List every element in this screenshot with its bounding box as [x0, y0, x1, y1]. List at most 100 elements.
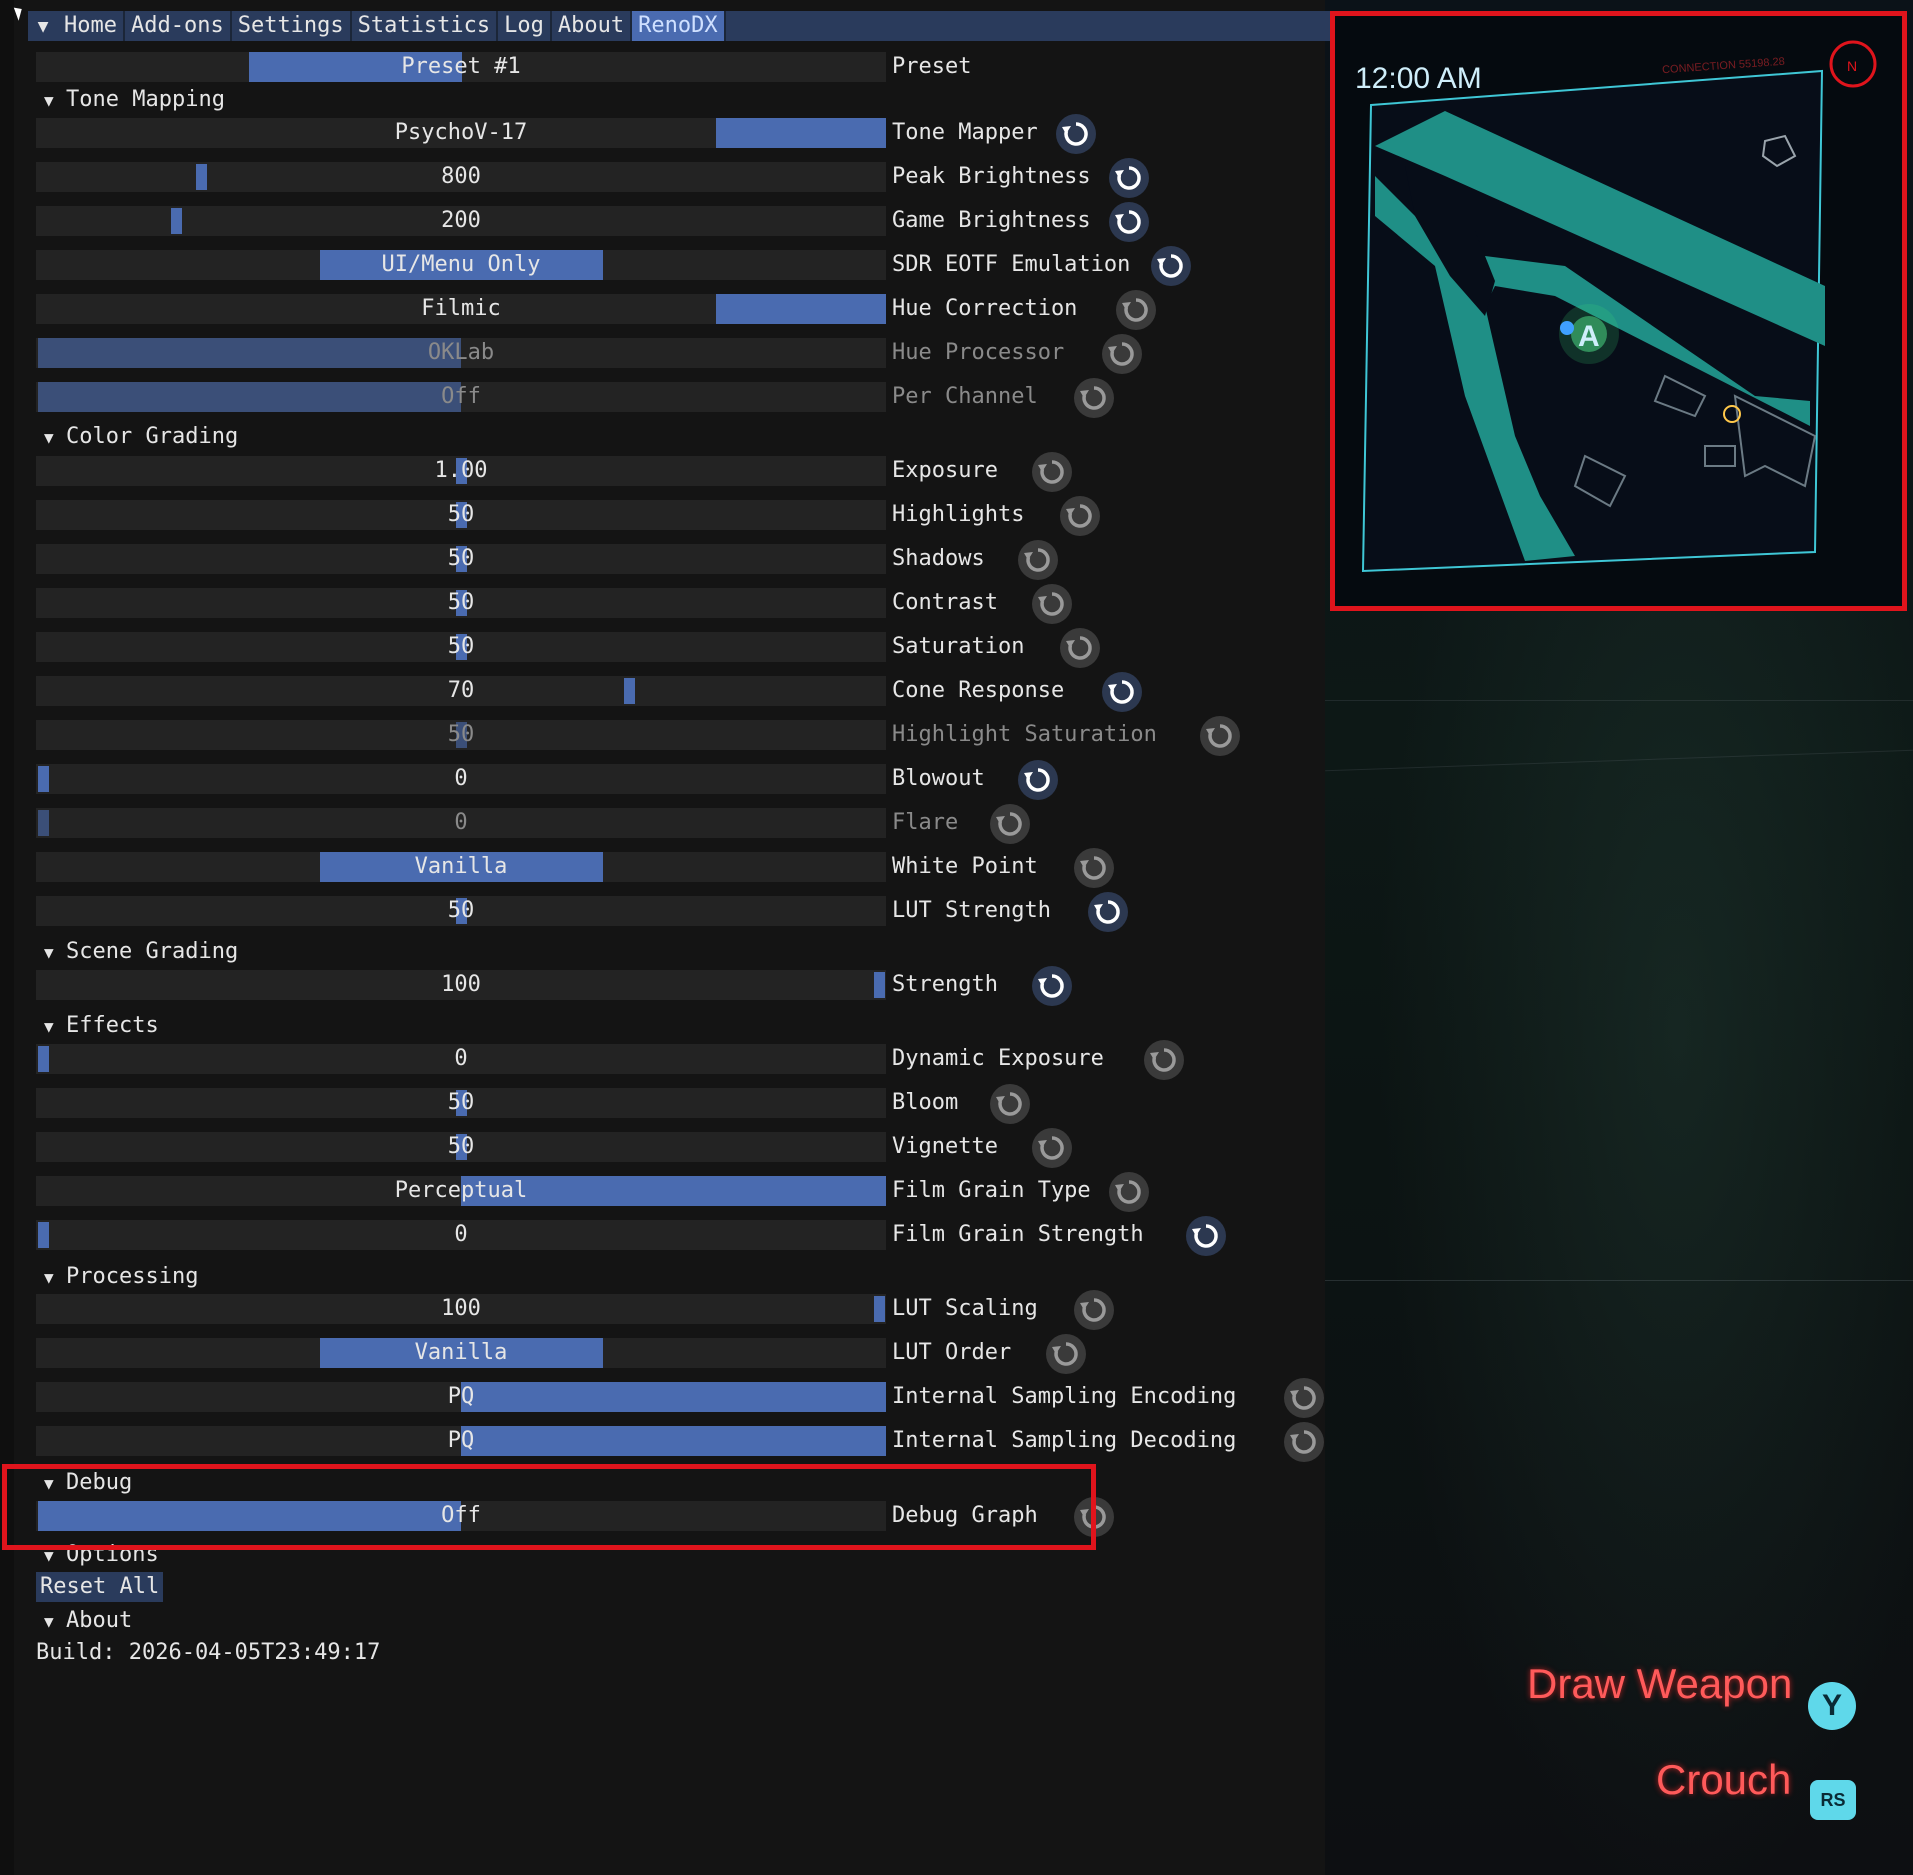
menu-about[interactable]: About: [552, 11, 633, 41]
setting-value: 0: [454, 1046, 468, 1071]
setting-label: Peak Brightness: [892, 164, 1091, 189]
reset-icon[interactable]: [1032, 966, 1072, 1006]
reset-icon[interactable]: [1109, 1172, 1149, 1212]
white-point-combo[interactable]: Vanilla: [36, 852, 886, 882]
menu-renodx[interactable]: RenoDX: [632, 11, 726, 41]
reset-icon[interactable]: [1102, 672, 1142, 712]
reset-icon[interactable]: [1032, 452, 1072, 492]
preset-label: Preset: [892, 54, 972, 79]
contrast-slider[interactable]: 50: [36, 588, 886, 618]
exposure-slider[interactable]: 1.00: [36, 456, 886, 486]
reset-icon[interactable]: [1102, 334, 1142, 374]
cone-response-slider[interactable]: 70: [36, 676, 886, 706]
reset-icon[interactable]: [1060, 496, 1100, 536]
highlights-slider[interactable]: 50: [36, 500, 886, 530]
peak-brightness-slider[interactable]: 800: [36, 162, 886, 192]
preset-value: Preset #1: [401, 54, 521, 79]
reset-icon[interactable]: [1046, 1334, 1086, 1374]
dynamic-exposure-slider[interactable]: 0: [36, 1044, 886, 1074]
reset-icon[interactable]: [1074, 378, 1114, 418]
section-title: Options: [66, 1542, 159, 1567]
sampling-decoding-combo[interactable]: PQ: [36, 1426, 886, 1456]
preset-combo[interactable]: Preset #1: [36, 52, 886, 82]
section-tone-mapping[interactable]: ▼ Tone Mapping: [44, 85, 225, 115]
setting-value: UI/Menu Only: [381, 252, 541, 277]
prompt-draw-weapon: Draw Weapon: [1527, 1660, 1793, 1707]
reset-icon[interactable]: [1032, 584, 1072, 624]
reset-icon[interactable]: [1116, 290, 1156, 330]
hue-correction-combo[interactable]: Filmic: [36, 294, 886, 324]
expand-triangle-icon: ▼: [44, 91, 54, 110]
menu-log[interactable]: Log: [498, 11, 552, 41]
reset-icon[interactable]: [1032, 1128, 1072, 1168]
hue-processor-combo[interactable]: OKLab: [36, 338, 886, 368]
section-processing[interactable]: ▼ Processing: [44, 1262, 198, 1292]
reset-icon[interactable]: [1088, 892, 1128, 932]
section-options[interactable]: ▼ Options: [44, 1540, 159, 1570]
bloom-slider[interactable]: 50: [36, 1088, 886, 1118]
debug-graph-combo[interactable]: Off: [36, 1501, 886, 1531]
per-channel-combo[interactable]: Off: [36, 382, 886, 412]
menu-statistics[interactable]: Statistics: [352, 11, 499, 41]
reset-icon[interactable]: [1284, 1422, 1324, 1462]
film-grain-type-combo[interactable]: Perceptual: [36, 1176, 886, 1206]
shadows-slider[interactable]: 50: [36, 544, 886, 574]
section-color-grading[interactable]: ▼ Color Grading: [44, 422, 238, 452]
setting-value: 50: [447, 502, 475, 527]
lut-scaling-slider[interactable]: 100: [36, 1294, 886, 1324]
setting-label: LUT Strength: [892, 898, 1051, 923]
sdr-eotf-combo[interactable]: UI/Menu Only: [36, 250, 886, 280]
minimap: A N 12:00 AM CONNECTION 55198.28: [1330, 11, 1907, 611]
reset-icon[interactable]: [1186, 1216, 1226, 1256]
setting-value: Filmic: [421, 296, 501, 321]
menu-addons[interactable]: Add-ons: [125, 11, 232, 41]
menu-home[interactable]: Home: [58, 11, 125, 41]
reset-icon[interactable]: [1109, 158, 1149, 198]
flare-slider[interactable]: 0: [36, 808, 886, 838]
reset-icon[interactable]: [990, 804, 1030, 844]
reset-icon[interactable]: [1018, 540, 1058, 580]
section-effects[interactable]: ▼ Effects: [44, 1011, 159, 1041]
setting-value: PsychoV-17: [394, 120, 528, 145]
film-grain-strength-slider[interactable]: 0: [36, 1220, 886, 1250]
vignette-slider[interactable]: 50: [36, 1132, 886, 1162]
lut-strength-slider[interactable]: 50: [36, 896, 886, 926]
section-about[interactable]: ▼ About: [44, 1606, 132, 1636]
setting-value: 1.00: [434, 458, 488, 483]
setting-value: 0: [454, 1222, 468, 1247]
setting-label: Hue Correction: [892, 296, 1078, 321]
reset-icon[interactable]: [990, 1084, 1030, 1124]
setting-value: 0: [454, 766, 468, 791]
menu-settings[interactable]: Settings: [232, 11, 352, 41]
reset-icon[interactable]: [1018, 760, 1058, 800]
reset-icon[interactable]: [1200, 716, 1240, 756]
reset-icon[interactable]: [1074, 848, 1114, 888]
expand-triangle-icon: ▼: [44, 428, 54, 447]
section-scene-grading[interactable]: ▼ Scene Grading: [44, 937, 238, 967]
setting-label: Vignette: [892, 1134, 998, 1159]
reset-all-button[interactable]: Reset All: [36, 1572, 164, 1602]
expand-triangle-icon: ▼: [44, 943, 54, 962]
setting-label: Film Grain Strength: [892, 1222, 1144, 1247]
sampling-encoding-combo[interactable]: PQ: [36, 1382, 886, 1412]
lut-order-combo[interactable]: Vanilla: [36, 1338, 886, 1368]
saturation-slider[interactable]: 50: [36, 632, 886, 662]
tone-mapper-combo[interactable]: PsychoV-17: [36, 118, 886, 148]
reset-icon[interactable]: [1060, 628, 1100, 668]
reset-icon[interactable]: [1056, 114, 1096, 154]
game-brightness-slider[interactable]: 200: [36, 206, 886, 236]
renodx-overlay-window: ▼ Home Add-ons Settings Statistics Log A…: [0, 0, 1339, 1875]
scene-strength-slider[interactable]: 100: [36, 970, 886, 1000]
blowout-slider[interactable]: 0: [36, 764, 886, 794]
reset-icon[interactable]: [1144, 1040, 1184, 1080]
reset-icon[interactable]: [1074, 1290, 1114, 1330]
highlight-saturation-slider[interactable]: 50: [36, 720, 886, 750]
collapse-arrow-icon[interactable]: ▼: [28, 11, 58, 41]
reset-icon[interactable]: [1284, 1378, 1324, 1418]
reset-icon[interactable]: [1109, 202, 1149, 242]
reset-icon[interactable]: [1074, 1497, 1114, 1537]
reset-icon[interactable]: [1151, 246, 1191, 286]
setting-value: 50: [447, 590, 475, 615]
section-debug[interactable]: ▼ Debug: [44, 1468, 132, 1498]
background-road-edge: [1325, 1280, 1913, 1281]
